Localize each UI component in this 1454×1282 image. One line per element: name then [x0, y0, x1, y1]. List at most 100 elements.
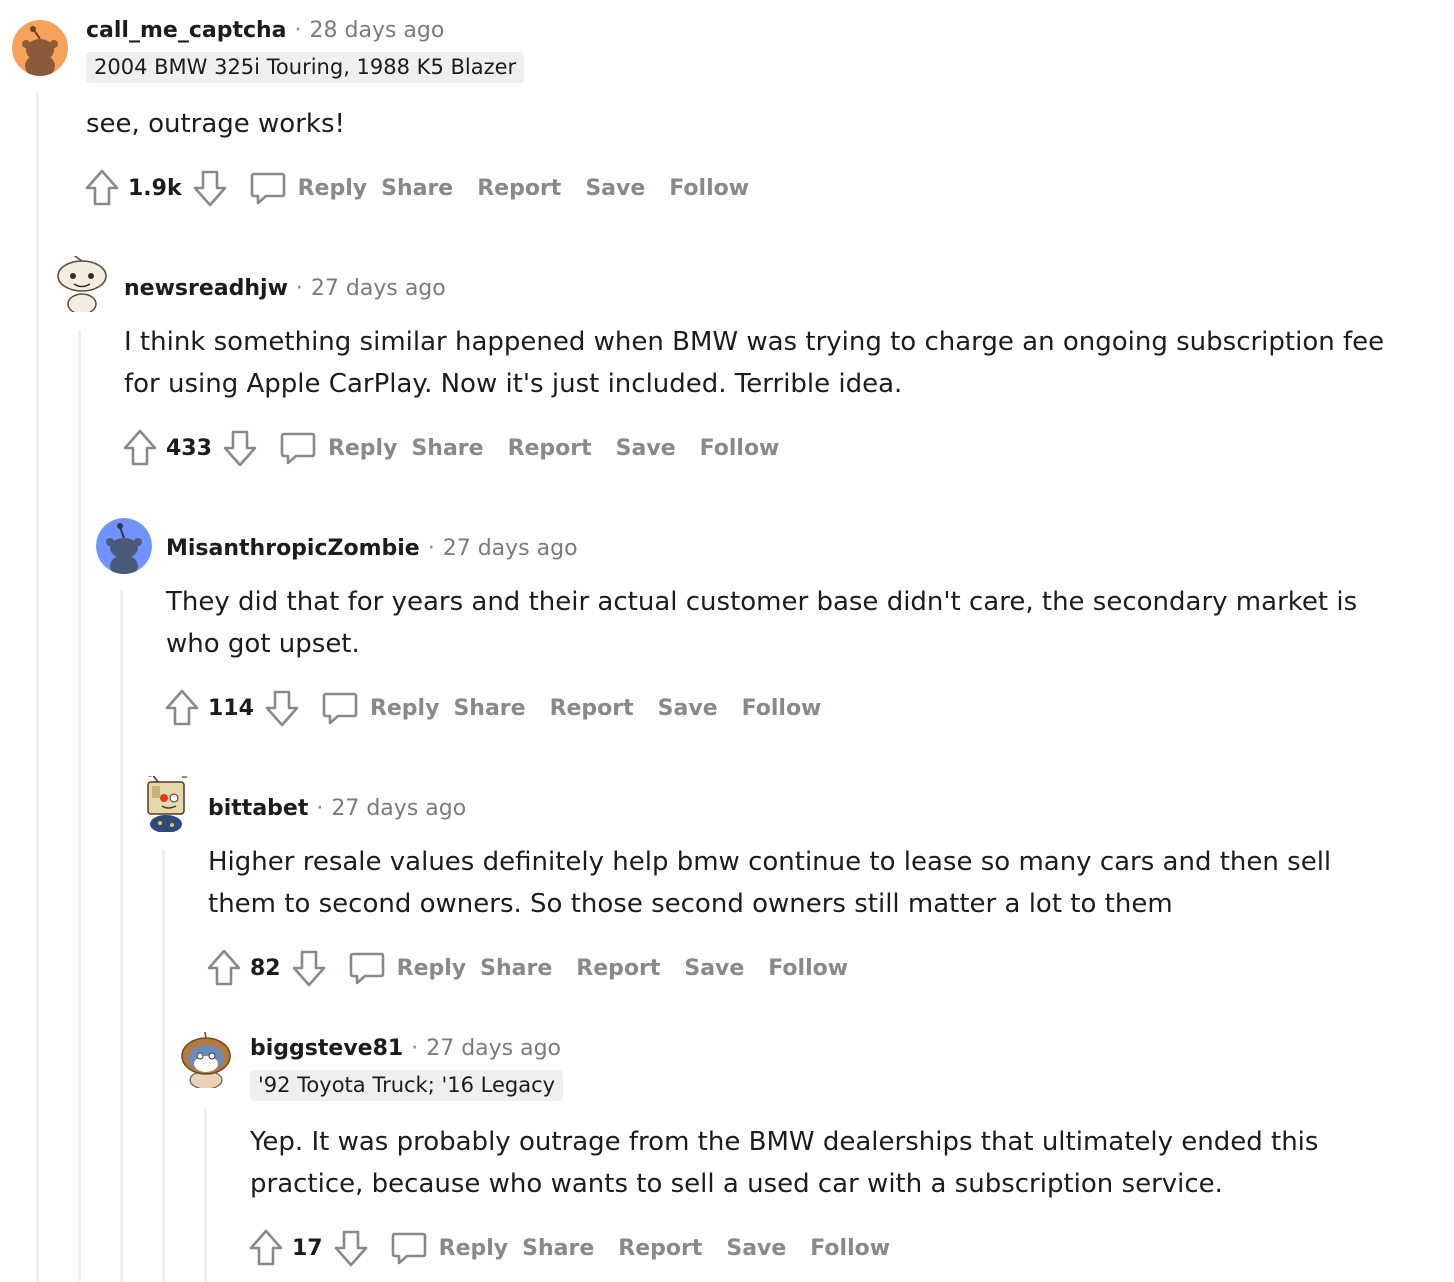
upvote-arrow-icon — [123, 429, 157, 466]
snoo-avatar-icon — [12, 20, 68, 76]
reply-label: Reply — [396, 955, 467, 981]
follow-label: Follow — [768, 955, 849, 981]
share-button[interactable]: Share — [453, 696, 525, 721]
share-button[interactable]: Share — [381, 176, 453, 201]
follow-label: Follow — [810, 1235, 891, 1261]
share-label: Share — [411, 435, 484, 461]
upvote-button[interactable] — [82, 168, 122, 208]
comment-body: see, outrage works! — [86, 103, 345, 145]
downvote-button[interactable] — [331, 1228, 371, 1268]
share-button[interactable]: Share — [480, 956, 552, 981]
comment-meta: biggsteve81 · 27 days ago — [250, 1033, 561, 1063]
downvote-arrow-icon — [193, 170, 226, 207]
report-label: Report — [477, 175, 562, 201]
separator-dot: · — [294, 17, 302, 43]
timestamp[interactable]: 27 days ago — [311, 276, 446, 301]
snoo-avatar-icon — [147, 776, 187, 832]
upvote-button[interactable] — [162, 688, 202, 728]
comment-text-line: I think something similar happened when … — [124, 327, 1385, 357]
comment-bubble-icon — [322, 692, 358, 725]
upvote-button[interactable] — [204, 948, 244, 988]
follow-button[interactable]: Follow — [768, 956, 848, 981]
save-button[interactable]: Save — [726, 1236, 786, 1261]
thread-line[interactable] — [162, 850, 165, 1282]
upvote-arrow-icon — [165, 689, 199, 726]
share-button[interactable]: Share — [411, 436, 483, 461]
save-label: Save — [615, 435, 676, 461]
username[interactable]: bittabet — [208, 796, 308, 821]
comment-text-line: them to second owners. So those second o… — [208, 889, 1173, 919]
reply-label: Reply — [327, 435, 398, 461]
upvote-arrow-icon — [249, 1229, 283, 1266]
follow-button[interactable]: Follow — [700, 436, 780, 461]
report-button[interactable]: Report — [618, 1236, 702, 1261]
save-label: Save — [684, 955, 745, 981]
report-label: Report — [618, 1235, 703, 1261]
comment-body: Higher resale values definitely help bmw… — [208, 841, 1331, 925]
save-button[interactable]: Save — [684, 956, 744, 981]
vote-score: 114 — [208, 695, 254, 721]
timestamp[interactable]: 27 days ago — [331, 796, 466, 821]
upvote-button[interactable] — [246, 1228, 286, 1268]
timestamp[interactable]: 27 days ago — [443, 536, 578, 561]
comment-bubble-icon — [349, 952, 384, 985]
save-button[interactable]: Save — [616, 436, 676, 461]
snoo-avatar-icon — [57, 256, 107, 312]
avatar[interactable] — [178, 1032, 234, 1088]
report-button[interactable]: Report — [550, 696, 634, 721]
follow-button[interactable]: Follow — [742, 696, 822, 721]
share-label: Share — [480, 955, 553, 981]
username[interactable]: call_me_captcha — [86, 18, 287, 43]
comment-bubble-icon — [391, 1232, 426, 1265]
report-label: Report — [507, 435, 592, 461]
share-button[interactable]: Share — [522, 1236, 594, 1261]
thread-line[interactable] — [36, 92, 39, 1282]
timestamp[interactable]: 27 days ago — [426, 1036, 561, 1061]
reply-label: Reply — [438, 1235, 509, 1261]
comment-bubble-icon — [250, 172, 285, 205]
snoo-avatar-icon — [181, 1032, 231, 1088]
comment-bubble-icon — [280, 432, 316, 465]
downvote-button[interactable] — [262, 688, 302, 728]
thread-line[interactable] — [78, 330, 81, 1282]
follow-button[interactable]: Follow — [810, 1236, 890, 1261]
comment-text-line: see, outrage works! — [86, 109, 345, 139]
follow-label: Follow — [669, 175, 750, 201]
save-button[interactable]: Save — [658, 696, 718, 721]
upvote-arrow-icon — [85, 169, 119, 206]
follow-label: Follow — [741, 695, 822, 721]
downvote-button[interactable] — [289, 948, 329, 988]
vote-score: 1.9k — [128, 175, 182, 201]
comment-body: Yep. It was probably outrage from the BM… — [250, 1121, 1318, 1205]
username[interactable]: newsreadhjw — [124, 276, 288, 301]
avatar[interactable] — [54, 256, 110, 312]
share-label: Share — [453, 695, 526, 721]
comment-actions: 433 Reply Share Report Save Follow — [120, 426, 779, 470]
username[interactable]: biggsteve81 — [250, 1036, 403, 1061]
thread-line[interactable] — [120, 590, 123, 1282]
reply-button[interactable]: Reply — [389, 1228, 509, 1268]
avatar[interactable] — [138, 776, 194, 832]
timestamp[interactable]: 28 days ago — [310, 18, 445, 43]
upvote-button[interactable] — [120, 428, 160, 468]
username[interactable]: MisanthropicZombie — [166, 536, 420, 561]
reply-button[interactable]: Reply — [347, 948, 467, 988]
avatar[interactable] — [96, 518, 152, 574]
separator-dot: · — [427, 535, 435, 561]
thread-line[interactable] — [204, 1108, 207, 1282]
reply-button[interactable]: Reply — [278, 428, 398, 468]
downvote-button[interactable] — [190, 168, 230, 208]
comment-actions: 17 Reply Share Report Save Follow — [246, 1226, 890, 1270]
downvote-button[interactable] — [220, 428, 260, 468]
comment-text-line: who got upset. — [166, 629, 360, 659]
report-button[interactable]: Report — [576, 956, 660, 981]
avatar[interactable] — [12, 20, 68, 76]
report-button[interactable]: Report — [477, 176, 561, 201]
reply-button[interactable]: Reply — [320, 688, 439, 728]
comment-meta: MisanthropicZombie · 27 days ago — [166, 533, 578, 563]
report-button[interactable]: Report — [508, 436, 592, 461]
follow-button[interactable]: Follow — [669, 176, 749, 201]
vote-score: 82 — [250, 955, 281, 981]
reply-button[interactable]: Reply — [248, 168, 367, 208]
save-button[interactable]: Save — [585, 176, 645, 201]
